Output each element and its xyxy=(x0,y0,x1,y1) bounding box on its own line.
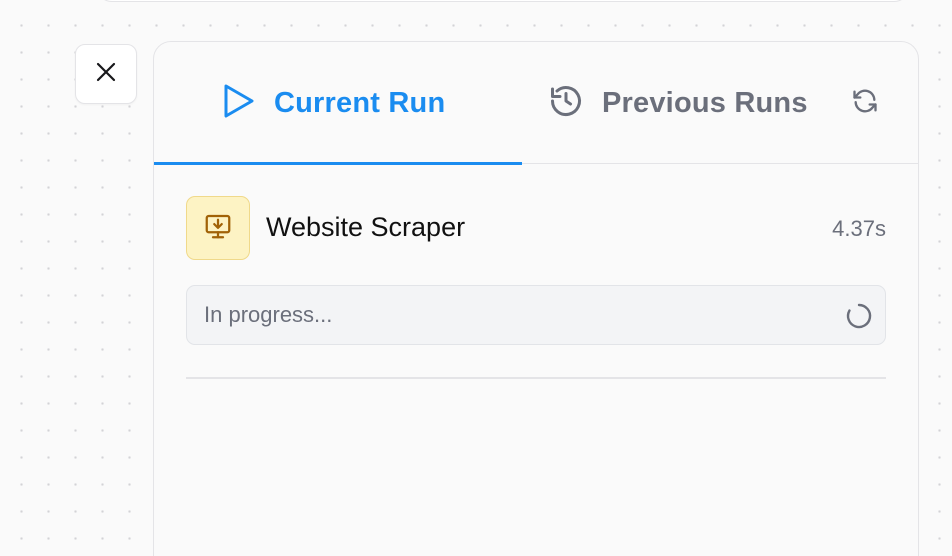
tab-previous-runs-label: Previous Runs xyxy=(602,86,808,119)
status-text: In progress... xyxy=(204,302,333,327)
refresh-button[interactable] xyxy=(848,86,882,120)
tab-previous-runs[interactable]: Previous Runs xyxy=(548,42,838,164)
monitor-download-icon xyxy=(203,211,233,246)
tab-current-run-label: Current Run xyxy=(274,86,446,119)
run-panel: Current Run Previous Runs Website Scrape… xyxy=(153,41,919,556)
refresh-icon xyxy=(851,87,879,120)
run-status-box: In progress... xyxy=(186,285,886,345)
run-duration: 4.37s xyxy=(832,216,886,241)
tab-current-run[interactable]: Current Run xyxy=(154,42,522,165)
close-button[interactable] xyxy=(75,44,137,104)
play-icon xyxy=(222,83,256,124)
run-node-row[interactable]: Website Scraper 4.37s xyxy=(186,196,886,260)
run-tabs: Current Run Previous Runs xyxy=(154,42,918,165)
node-icon-badge xyxy=(186,196,250,260)
node-name: Website Scraper xyxy=(266,212,466,242)
spinner-icon xyxy=(845,302,873,330)
upper-panel-edge xyxy=(96,0,910,2)
close-icon xyxy=(94,60,118,89)
history-icon xyxy=(548,83,584,124)
section-divider xyxy=(186,377,886,379)
